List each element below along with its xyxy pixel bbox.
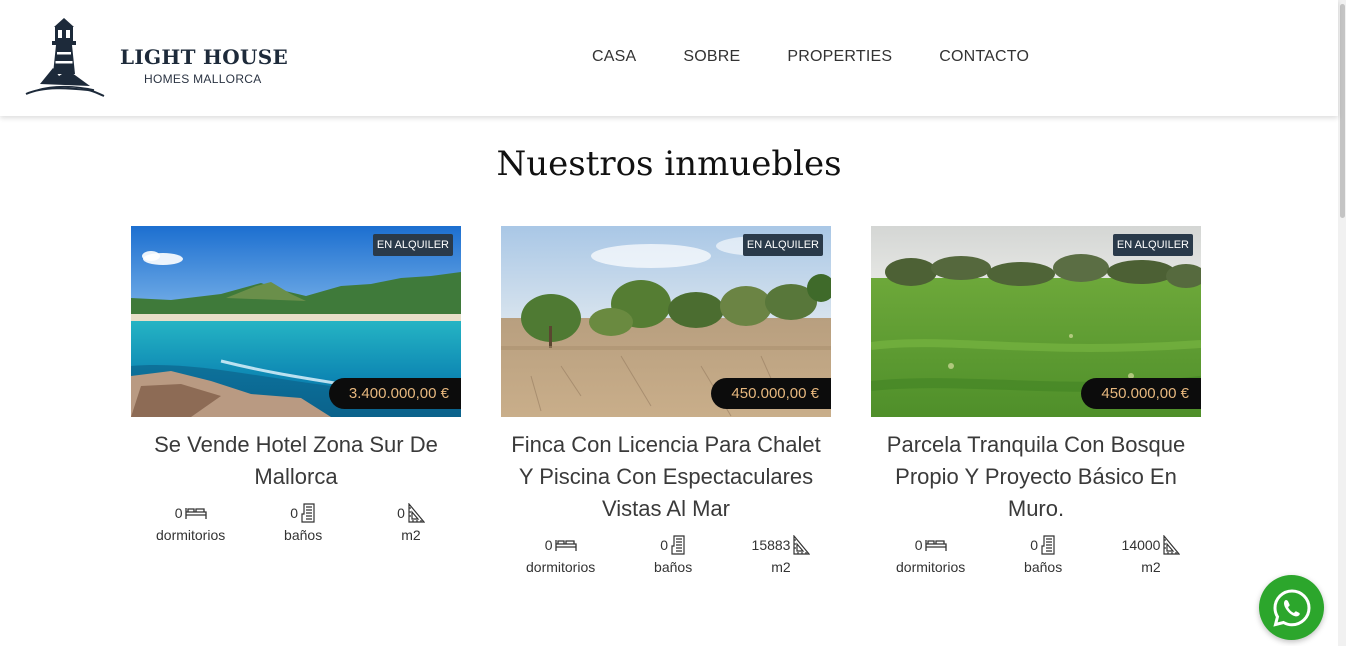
bath-icon <box>671 535 685 555</box>
bathrooms-label: baños <box>654 559 693 575</box>
property-card[interactable]: EN ALQUILER 450.000,00 € Parcela Tranqui… <box>871 226 1201 575</box>
status-badge: EN ALQUILER <box>742 234 823 256</box>
property-card[interactable]: EN ALQUILER 3.400.000,00 € Se Vende Hote… <box>131 226 461 543</box>
area-icon <box>408 503 425 523</box>
property-image[interactable]: EN ALQUILER 450.000,00 € <box>501 226 831 417</box>
bedrooms-label: dormitorios <box>896 559 966 575</box>
property-title[interactable]: Parcela Tranquila Con Bosque Propio Y Pr… <box>871 429 1201 525</box>
area-spec: 0 m2 <box>381 503 441 543</box>
logo-link[interactable]: LIGHT HOUSE HOMES MALLORCA <box>24 16 288 100</box>
area-spec: 15883 m2 <box>751 535 811 575</box>
property-image[interactable]: EN ALQUILER 3.400.000,00 € <box>131 226 461 417</box>
bedrooms-value: 0 <box>544 537 553 553</box>
nav-item-sobre[interactable]: SOBRE <box>683 48 740 66</box>
main-nav: CASA SOBRE PROPERTIES CONTACTO <box>592 48 1076 66</box>
bathrooms-value: 0 <box>660 537 669 553</box>
whatsapp-icon <box>1272 588 1311 627</box>
bed-icon <box>924 540 947 551</box>
bed-icon <box>554 540 577 551</box>
bedrooms-value: 0 <box>914 537 923 553</box>
site-header: LIGHT HOUSE HOMES MALLORCA CASA SOBRE PR… <box>0 0 1338 116</box>
bed-icon <box>184 508 207 519</box>
area-value: 0 <box>397 505 405 521</box>
bedrooms-spec: 0 dormitorios <box>526 535 595 575</box>
bathrooms-value: 0 <box>290 505 299 521</box>
price-tag: 3.400.000,00 € <box>328 378 461 409</box>
property-specs: 0 dormitorios 0 baños 0 m2 <box>131 503 461 543</box>
property-title[interactable]: Finca Con Licencia Para Chalet Y Piscina… <box>501 429 831 525</box>
whatsapp-button[interactable] <box>1259 575 1324 640</box>
property-card[interactable]: EN ALQUILER 450.000,00 € Finca Con Licen… <box>501 226 831 575</box>
nav-item-casa[interactable]: CASA <box>592 48 636 66</box>
property-specs: 0 dormitorios 0 baños 15883 m2 <box>501 535 831 575</box>
property-image[interactable]: EN ALQUILER 450.000,00 € <box>871 226 1201 417</box>
bedrooms-label: dormitorios <box>526 559 596 575</box>
bathrooms-spec: 0 baños <box>273 503 333 543</box>
area-spec: 14000 m2 <box>1121 535 1181 575</box>
status-badge: EN ALQUILER <box>1112 234 1193 256</box>
price-tag: 450.000,00 € <box>1081 378 1201 409</box>
bedrooms-label: dormitorios <box>156 527 226 543</box>
nav-item-properties[interactable]: PROPERTIES <box>787 48 892 66</box>
area-label: m2 <box>401 527 421 543</box>
area-label: m2 <box>1141 559 1161 575</box>
brand-subtitle: HOMES MALLORCA <box>144 72 262 86</box>
bath-icon <box>301 503 315 523</box>
price-tag: 450.000,00 € <box>711 378 831 409</box>
bedrooms-spec: 0 dormitorios <box>156 503 225 543</box>
bathrooms-label: baños <box>284 527 323 543</box>
lighthouse-icon <box>25 18 105 97</box>
bedrooms-value: 0 <box>174 505 183 521</box>
bathrooms-label: baños <box>1024 559 1063 575</box>
bath-icon <box>1041 535 1055 555</box>
area-icon <box>793 535 811 555</box>
bedrooms-spec: 0 dormitorios <box>896 535 965 575</box>
scrollbar-thumb[interactable] <box>1340 4 1345 218</box>
area-label: m2 <box>771 559 791 575</box>
status-badge: EN ALQUILER <box>372 234 453 256</box>
bathrooms-spec: 0 baños <box>643 535 703 575</box>
brand-title: LIGHT HOUSE <box>120 45 288 69</box>
page-heading: Nuestros inmuebles <box>496 144 842 184</box>
bathrooms-value: 0 <box>1030 537 1039 553</box>
nav-item-contacto[interactable]: CONTACTO <box>939 48 1029 66</box>
page-scrollbar[interactable] <box>1338 0 1346 646</box>
property-title[interactable]: Se Vende Hotel Zona Sur De Mallorca <box>131 429 461 493</box>
bathrooms-spec: 0 baños <box>1013 535 1073 575</box>
area-value: 15883 <box>751 537 791 553</box>
property-specs: 0 dormitorios 0 baños 14000 m2 <box>871 535 1201 575</box>
area-icon <box>1163 535 1181 555</box>
area-value: 14000 <box>1121 537 1161 553</box>
